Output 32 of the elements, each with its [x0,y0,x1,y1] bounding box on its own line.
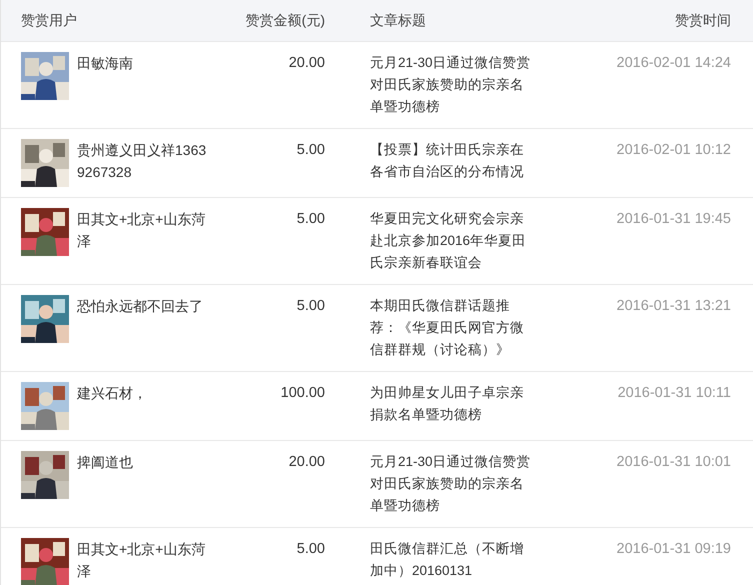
reward-time: 2016-01-31 10:11 [616,384,731,403]
article-title[interactable]: 元月21-30日通过微信赞赏对田氏家族赞助的宗亲名单暨功德榜 [370,451,534,517]
amount: 5.00 [296,210,325,229]
reward-time: 2016-01-31 10:01 [616,453,731,472]
article-title[interactable]: 为田帅星女儿田子卓宗亲捐款名单暨功德榜 [370,382,534,426]
reward-time: 2016-01-31 09:19 [616,540,731,559]
article-title[interactable]: 元月21-30日通过微信赞赏对田氏家族赞助的宗亲名单暨功德榜 [370,52,534,118]
user-name: 田其文+北京+山东菏泽 [77,210,206,251]
reward-time: 2016-02-01 10:12 [616,141,731,160]
amount: 5.00 [296,540,325,559]
amount: 5.00 [296,297,325,316]
article-title[interactable]: 华夏田完文化研究会宗亲赴北京参加2016年华夏田氏宗亲新春联谊会 [370,208,534,274]
user-name: 田敏海南 [77,54,134,73]
article-title[interactable]: 本期田氏微信群话题推荐：《华夏田氏网官方微信群群规（讨论稿）》 [370,295,534,361]
user-name: 建兴石材， [77,384,148,403]
reward-time: 2016-01-31 19:45 [616,210,731,229]
article-title[interactable]: 田氏微信群汇总（不断增加中）20160131 [370,538,534,582]
reward-time: 2016-01-31 13:21 [616,297,731,316]
column-header: 文章标题 [370,11,427,30]
column-header: 赞赏用户 [21,11,78,30]
amount: 100.00 [280,384,325,403]
column-header: 赞赏金额(元) [244,11,325,30]
amount: 5.00 [296,141,325,160]
user-name: 贵州遵义田义祥13639267328 [77,141,208,182]
user-name: 田其文+北京+山东菏泽 [77,540,206,581]
article-title[interactable]: 【投票】统计田氏宗亲在各省市自治区的分布情况 [370,139,534,183]
amount: 20.00 [288,453,325,472]
user-name: 恐怕永远都不回去了 [77,297,204,316]
amount: 20.00 [288,54,325,73]
user-name: 捭阖道也 [77,453,134,472]
reward-time: 2016-02-01 14:24 [616,54,731,73]
column-header: 赞赏时间 [674,11,731,30]
